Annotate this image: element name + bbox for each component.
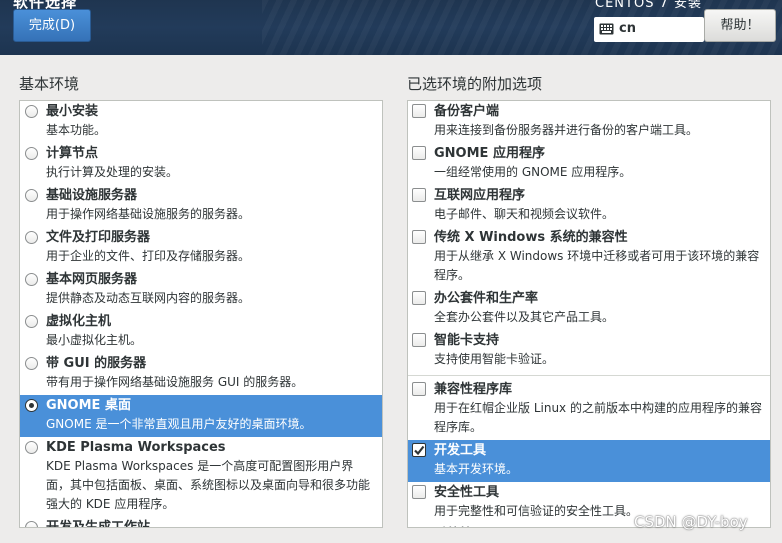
environment-option[interactable]: 虚拟化主机最小虚拟化主机。 bbox=[20, 311, 382, 353]
checkbox[interactable] bbox=[412, 188, 426, 202]
radio-button[interactable] bbox=[25, 441, 38, 454]
addon-title: GNOME 应用程序 bbox=[434, 146, 545, 161]
checkbox[interactable] bbox=[412, 527, 426, 528]
addon-option[interactable]: 办公套件和生产率全套办公套件以及其它产品工具。 bbox=[408, 288, 770, 330]
environment-option[interactable]: 基本网页服务器提供静态及动态互联网内容的服务器。 bbox=[20, 269, 382, 311]
checkmark-icon bbox=[414, 445, 425, 456]
option-description: 基本功能。 bbox=[46, 123, 107, 137]
radio-button[interactable] bbox=[25, 357, 38, 370]
environment-option[interactable]: 带 GUI 的服务器带有用于操作网络基础设施服务 GUI 的服务器。 bbox=[20, 353, 382, 395]
addon-option[interactable]: 兼容性程序库用于在红帽企业版 Linux 的之前版本中构建的应用程序的兼容程序库… bbox=[408, 379, 770, 440]
option-title: KDE Plasma Workspaces bbox=[46, 440, 226, 455]
option-title: 基础设施服务器 bbox=[46, 188, 138, 203]
help-button[interactable]: 帮助！ bbox=[704, 9, 776, 42]
base-environment-list[interactable]: 最小安装基本功能。计算节点执行计算及处理的安装。 基础设施服务器用于操作网络基础设… bbox=[19, 100, 383, 528]
option-description: 用于操作网络基础设施服务的服务器。 bbox=[46, 207, 251, 221]
addon-title: 智能卡支持 bbox=[434, 333, 500, 348]
checkbox[interactable] bbox=[412, 230, 426, 244]
radio-button[interactable] bbox=[25, 399, 38, 412]
checkbox[interactable] bbox=[412, 104, 426, 118]
addon-description: 电子邮件、聊天和视频会议软件。 bbox=[434, 207, 615, 221]
addon-description: 支持使用智能卡验证。 bbox=[434, 352, 555, 366]
environment-option[interactable]: 基础设施服务器用于操作网络基础设施服务的服务器。 bbox=[20, 185, 382, 227]
keyboard-icon bbox=[599, 23, 614, 35]
addon-title: 兼容性程序库 bbox=[434, 382, 513, 397]
option-title: GNOME 桌面 bbox=[46, 398, 131, 413]
environment-option[interactable]: KDE Plasma Workspaces KDE Plasma Workspac… bbox=[20, 437, 382, 517]
addon-option[interactable]: 智能卡支持支持使用智能卡验证。 bbox=[408, 330, 770, 372]
addons-list[interactable]: 备份客户端 用来连接到备份服务器并进行备份的客户端工具。 GNOME 应用程序 一组经… bbox=[407, 100, 771, 528]
radio-button[interactable] bbox=[25, 231, 38, 244]
checkbox[interactable] bbox=[412, 146, 426, 160]
list-separator bbox=[408, 375, 770, 376]
environment-option[interactable]: 最小安装 基本功能。 bbox=[20, 101, 382, 143]
option-title: 基本网页服务器 bbox=[46, 272, 138, 287]
radio-button[interactable] bbox=[25, 273, 38, 286]
checkbox[interactable] bbox=[412, 333, 426, 347]
addon-description: 基本开发环境。 bbox=[434, 462, 519, 476]
addon-description: 全套办公套件以及其它产品工具。 bbox=[434, 310, 615, 324]
addon-option[interactable]: 互联网应用程序电子邮件、聊天和视频会议软件。 bbox=[408, 185, 770, 227]
option-title: 带 GUI 的服务器 bbox=[46, 356, 147, 371]
option-description: 用于企业的文件、打印及存储服务器。 bbox=[46, 249, 251, 263]
option-description: 提供静态及动态互联网内容的服务器。 bbox=[46, 291, 251, 305]
option-title: 计算节点 bbox=[46, 146, 99, 161]
addon-title: 办公套件和生产率 bbox=[434, 291, 539, 306]
addon-description: 一组经常使用的 GNOME 应用程序。 bbox=[434, 165, 632, 179]
addon-option[interactable]: 备份客户端用来连接到备份服务器并进行备份的客户端工具。 bbox=[408, 101, 770, 143]
option-description: GNOME 是一个非常直观且用户友好的桌面环境。 bbox=[46, 417, 312, 431]
checkbox[interactable] bbox=[412, 443, 426, 457]
keyboard-layout-value: cn bbox=[619, 21, 636, 36]
checkbox[interactable] bbox=[412, 485, 426, 499]
keyboard-layout-indicator[interactable]: cn bbox=[594, 17, 704, 42]
environment-option[interactable]: GNOME 桌面 GNOME 是一个非常直观且用户友好的桌面环境。 bbox=[20, 395, 382, 437]
environment-option[interactable]: 开发及生成工作站用于软件、硬件、图形或者内容开发的工作站。 bbox=[20, 517, 382, 528]
done-button[interactable]: 完成(D) bbox=[13, 9, 91, 42]
addon-option[interactable]: GNOME 应用程序一组经常使用的 GNOME 应用程序。 bbox=[408, 143, 770, 185]
option-description: KDE Plasma Workspaces 是一个高度可配置图形用户界面，其中包… bbox=[46, 459, 371, 511]
option-description: 执行计算及处理的安装。 bbox=[46, 165, 179, 179]
base-environment-title: 基本环境 bbox=[19, 75, 80, 93]
option-title: 最小安装 bbox=[46, 104, 99, 119]
radio-button[interactable] bbox=[25, 521, 38, 527]
addon-option[interactable]: 开发工具基本开发环境。 bbox=[408, 440, 770, 482]
option-title: 开发及生成工作站 bbox=[46, 520, 151, 528]
product-title: CENTOS 7 安装 bbox=[595, 0, 702, 11]
addon-title: 开发工具 bbox=[434, 443, 487, 458]
addon-title: 备份客户端 bbox=[434, 104, 500, 119]
radio-button[interactable] bbox=[25, 315, 38, 328]
environment-option[interactable]: 文件及打印服务器用于企业的文件、打印及存储服务器。 bbox=[20, 227, 382, 269]
option-title: 文件及打印服务器 bbox=[46, 230, 151, 245]
addon-description: 用来连接到备份服务器并进行备份的客户端工具。 bbox=[434, 123, 699, 137]
radio-button[interactable] bbox=[25, 147, 38, 160]
checkbox[interactable] bbox=[412, 382, 426, 396]
addon-option[interactable]: 传统 X Windows 系统的兼容性用于从继承 X Windows 环境中迁移… bbox=[408, 227, 770, 288]
watermark: CSDN @DY-boy bbox=[634, 513, 748, 531]
addon-title: 传统 X Windows 系统的兼容性 bbox=[434, 230, 628, 245]
option-description: 最小虚拟化主机。 bbox=[46, 333, 143, 347]
radio-button[interactable] bbox=[25, 105, 38, 118]
checkbox[interactable] bbox=[412, 291, 426, 305]
environment-option[interactable]: 计算节点执行计算及处理的安装。 bbox=[20, 143, 382, 185]
addon-title: 安全性工具 bbox=[434, 485, 500, 500]
radio-button[interactable] bbox=[25, 189, 38, 202]
option-title: 虚拟化主机 bbox=[46, 314, 112, 329]
option-description: 带有用于操作网络基础设施服务 GUI 的服务器。 bbox=[46, 375, 304, 389]
addon-description: 用于在红帽企业版 Linux 的之前版本中构建的应用程序的兼容程序库。 bbox=[434, 401, 762, 434]
addon-title: 互联网应用程序 bbox=[434, 188, 526, 203]
addon-description: 用于从继承 X Windows 环境中迁移或者可用于该环境的兼容程序。 bbox=[434, 249, 760, 282]
top-header: 软件选择 完成(D) CENTOS 7 安装 cn 帮助！ bbox=[0, 0, 782, 55]
addons-title: 已选环境的附加选项 bbox=[407, 75, 543, 93]
